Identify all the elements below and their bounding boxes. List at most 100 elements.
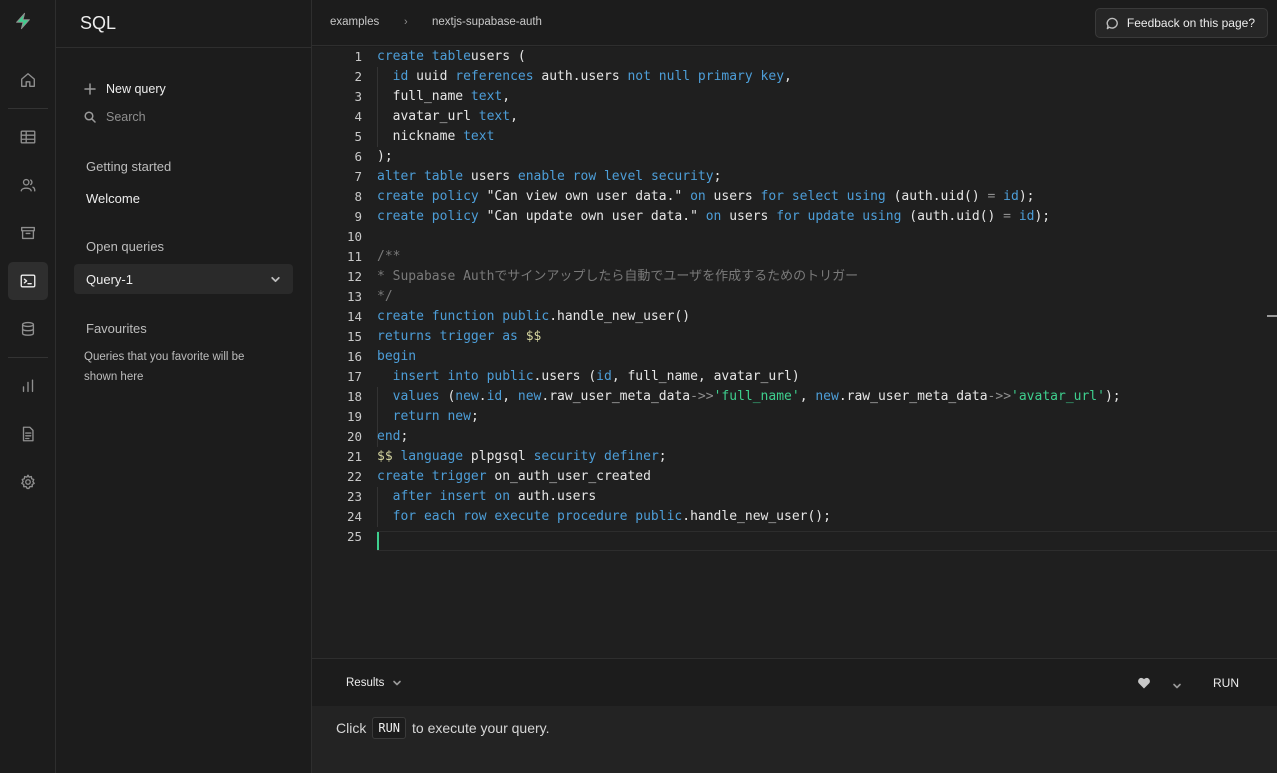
line-numbers: 1 2 3 4 5 6 7 8 9 10 11 12 13 14 15 16 17 18 19 20 21 22 23 24 2… <box>312 47 362 547</box>
feedback-label: Feedback on this page? <box>1126 16 1255 30</box>
feedback-button[interactable]: Feedback on this page? <box>1094 8 1268 38</box>
code-line[interactable]: values (new.id, new.raw_user_meta_data->… <box>377 387 1121 407</box>
top-bar: examples › nextjs-supabase-auth Feedback… <box>312 0 1277 46</box>
line-number: 21 <box>346 449 362 464</box>
code-line[interactable]: create policy "Can view own user data." … <box>377 187 1121 207</box>
code-line[interactable]: id uuid references auth.users not null p… <box>377 67 1121 87</box>
sidebar-title: SQL <box>56 0 311 48</box>
run-button[interactable]: RUN <box>1213 676 1239 690</box>
line-number: 10 <box>346 229 362 244</box>
line-number: 16 <box>346 349 362 364</box>
line-number: 19 <box>346 409 362 424</box>
scrollbar-marker[interactable] <box>1267 315 1277 317</box>
code-line[interactable]: nickname text <box>377 127 1121 147</box>
new-query-button[interactable]: New query <box>84 82 166 96</box>
search-placeholder: Search <box>106 110 146 124</box>
search-icon <box>84 111 96 123</box>
code-line[interactable]: ​ <box>377 527 1121 547</box>
breadcrumb-project[interactable]: nextjs-supabase-auth <box>432 16 542 28</box>
line-number: 25 <box>346 529 362 544</box>
code-line[interactable]: begin <box>377 347 1121 367</box>
breadcrumb-separator: › <box>404 16 408 28</box>
line-number: 24 <box>346 509 362 524</box>
results-toolbar: Results RUN <box>312 658 1277 706</box>
line-number: 17 <box>346 369 362 384</box>
code-line[interactable]: ); <box>377 147 1121 167</box>
code-line[interactable]: /** <box>377 247 1121 267</box>
archive-icon[interactable] <box>8 214 48 252</box>
database-icon[interactable] <box>8 310 48 348</box>
supabase-logo-icon[interactable] <box>14 12 42 40</box>
table-editor-icon[interactable] <box>8 118 48 156</box>
code-line[interactable]: insert into public.users (id, full_name,… <box>377 367 1121 387</box>
line-number: 15 <box>346 329 362 344</box>
line-number: 9 <box>354 209 362 224</box>
users-icon[interactable] <box>8 166 48 204</box>
line-number: 3 <box>354 89 362 104</box>
line-number: 4 <box>354 109 362 124</box>
code-content[interactable]: create tableusers ( id uuid references a… <box>377 47 1121 547</box>
code-line[interactable]: create tableusers ( <box>377 47 1121 67</box>
results-label: Results <box>346 677 385 689</box>
new-query-label: New query <box>106 82 166 96</box>
results-dropdown[interactable]: Results <box>346 677 402 689</box>
code-line[interactable]: returns trigger as $$ <box>377 327 1121 347</box>
code-line[interactable]: full_name text, <box>377 87 1121 107</box>
run-hint-after: to execute your query. <box>412 720 550 736</box>
home-icon[interactable] <box>8 61 48 99</box>
line-number: 8 <box>354 189 362 204</box>
code-line[interactable]: for each row execute procedure public.ha… <box>377 507 1121 527</box>
sql-terminal-icon[interactable] <box>8 262 48 300</box>
welcome-link[interactable]: Welcome <box>86 191 140 206</box>
code-line[interactable]: create policy "Can update own user data.… <box>377 207 1121 227</box>
sql-sidebar: SQL New query Search Getting started Wel… <box>56 0 312 773</box>
line-number: 7 <box>354 169 362 184</box>
code-line[interactable]: ​ <box>377 227 1121 247</box>
line-number: 1 <box>354 49 362 64</box>
query-tab-label: Query-1 <box>86 271 133 287</box>
open-queries-heading: Open queries <box>86 239 165 254</box>
reports-icon[interactable] <box>8 367 48 405</box>
docs-icon[interactable] <box>8 415 48 453</box>
heart-icon[interactable] <box>1137 676 1151 690</box>
favourites-empty-note: Queries that you favorite will be shown … <box>84 351 245 383</box>
code-line[interactable]: return new; <box>377 407 1121 427</box>
favourites-heading: Favourites <box>86 321 147 336</box>
chevron-down-icon[interactable] <box>1172 678 1182 689</box>
line-number: 14 <box>346 309 362 324</box>
chevron-down-icon[interactable] <box>270 274 281 285</box>
plus-icon <box>84 83 96 95</box>
getting-started-heading: Getting started <box>86 159 172 174</box>
code-line[interactable]: $$ language plpgsql security definer; <box>377 447 1121 467</box>
rail-divider <box>8 108 48 109</box>
line-number: 11 <box>346 249 362 264</box>
run-hint-before: Click <box>336 720 367 736</box>
settings-icon[interactable] <box>8 463 48 501</box>
line-number: 20 <box>346 429 362 444</box>
run-keycap: RUN <box>372 717 407 739</box>
code-line[interactable]: avatar_url text, <box>377 107 1121 127</box>
code-line[interactable]: after insert on auth.users <box>377 487 1121 507</box>
line-number: 22 <box>346 469 362 484</box>
code-line[interactable]: end; <box>377 427 1121 447</box>
results-panel: Click RUN to execute your query. <box>312 706 1277 773</box>
code-line[interactable]: create trigger on_auth_user_created <box>377 467 1121 487</box>
breadcrumb-org[interactable]: examples <box>330 16 379 28</box>
code-line[interactable]: * Supabase Authでサインアップしたら自動でユーザを作成するためのト… <box>377 267 1121 287</box>
search-input[interactable]: Search <box>84 110 146 124</box>
text-cursor <box>377 532 379 550</box>
line-number: 12 <box>346 269 362 284</box>
code-line[interactable]: */ <box>377 287 1121 307</box>
line-number: 5 <box>354 129 362 144</box>
query-tab[interactable]: Query-1 <box>74 264 293 294</box>
icon-rail <box>0 0 56 773</box>
sql-editor[interactable]: 1 2 3 4 5 6 7 8 9 10 11 12 13 14 15 16 17 18 19 20 21 22 23 24 2… <box>312 47 1277 658</box>
chat-bubble-icon <box>1106 17 1118 29</box>
line-number: 6 <box>354 149 362 164</box>
run-hint: Click RUN to execute your query. <box>336 717 550 739</box>
rail-divider <box>8 357 48 358</box>
code-line[interactable]: alter table users enable row level secur… <box>377 167 1121 187</box>
line-number: 18 <box>346 389 362 404</box>
code-line[interactable]: create function public.handle_new_user() <box>377 307 1121 327</box>
line-number: 2 <box>354 69 362 84</box>
